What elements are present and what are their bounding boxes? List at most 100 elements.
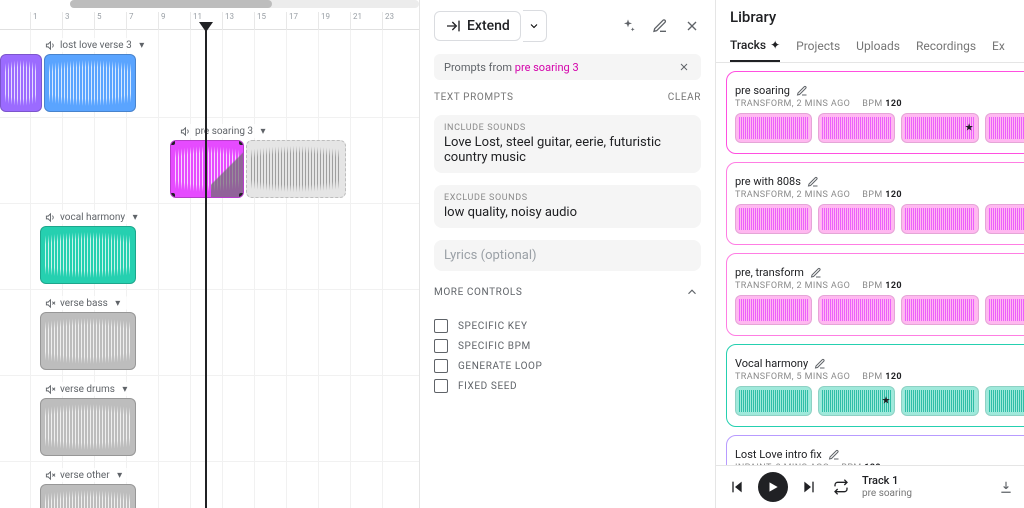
specific-key-checkbox[interactable]: SPECIFIC KEY <box>434 319 701 333</box>
track-name: verse drums <box>60 384 115 395</box>
track-header[interactable]: verse drums ▾ <box>40 382 135 396</box>
next-button[interactable] <box>798 476 820 498</box>
pencil-icon[interactable] <box>807 176 819 188</box>
library-variant-clip[interactable]: ★ <box>818 386 895 416</box>
extend-icon <box>445 18 461 34</box>
extend-dropdown-button[interactable] <box>523 10 547 42</box>
library-tabs: Tracks ✦ Projects Uploads Recordings Ex <box>716 30 1024 63</box>
chevron-down-icon: ▾ <box>112 297 124 309</box>
track-header[interactable]: verse bass ▾ <box>40 296 128 310</box>
library-variant-clip[interactable] <box>985 295 1024 325</box>
library-item-variants: ★ <box>735 386 1024 416</box>
audio-clip-extend-region[interactable] <box>246 140 346 198</box>
library-variant-clip[interactable] <box>818 113 895 143</box>
more-controls-toggle[interactable] <box>683 283 701 301</box>
library-item[interactable]: Lost Love intro fixINPAINT, 8 MINS AGOBP… <box>726 435 1024 465</box>
tab-projects[interactable]: Projects <box>796 31 840 61</box>
player-track-sub: pre soaring <box>862 488 987 499</box>
library-variant-clip[interactable] <box>818 295 895 325</box>
track-name: verse other <box>60 470 110 481</box>
track-name: vocal harmony <box>60 212 125 223</box>
audio-clip[interactable] <box>44 54 136 112</box>
library-variant-clip[interactable] <box>735 113 812 143</box>
library-variant-clip[interactable] <box>735 386 812 416</box>
speaker-icon <box>179 125 191 137</box>
text-prompts-heading: TEXT PROMPTS <box>434 92 514 103</box>
library-item[interactable]: pre with 808sTRANSFORM, 2 MINS AGOBPM 12… <box>726 162 1024 245</box>
pencil-icon[interactable] <box>796 85 808 97</box>
timeline-ruler[interactable]: 1 3 5 7 9 11 13 15 17 19 21 23 <box>0 12 419 30</box>
speaker-icon <box>44 211 56 223</box>
clear-prompts-button[interactable]: CLEAR <box>668 92 701 103</box>
chip-close-button[interactable] <box>677 60 691 74</box>
exclude-sounds-input[interactable]: EXCLUDE SOUNDS low quality, noisy audio <box>434 185 701 228</box>
library-variant-clip[interactable] <box>985 386 1024 416</box>
speaker-muted-icon <box>44 469 56 481</box>
speaker-muted-icon <box>44 297 56 309</box>
player-bar: Track 1 pre soaring <box>716 465 1024 508</box>
play-icon <box>766 480 780 494</box>
pencil-icon[interactable] <box>828 449 840 461</box>
close-icon <box>678 61 690 73</box>
audio-clip[interactable] <box>40 226 136 284</box>
library-panel: Library Tracks ✦ Projects Uploads Record… <box>716 0 1024 508</box>
library-variant-clip[interactable] <box>735 204 812 234</box>
play-button[interactable] <box>758 472 788 502</box>
lyrics-input[interactable]: Lyrics (optional) <box>434 240 701 271</box>
library-item-variants <box>735 204 1024 234</box>
prev-button[interactable] <box>726 476 748 498</box>
sparkle-icon <box>620 18 636 34</box>
tab-more[interactable]: Ex <box>992 31 1005 61</box>
audio-clip-selected[interactable] <box>170 140 244 198</box>
chevron-down-icon: ▾ <box>119 383 131 395</box>
generate-loop-checkbox[interactable]: GENERATE LOOP <box>434 359 701 373</box>
track-header[interactable]: vocal harmony ▾ <box>40 210 145 224</box>
extend-button[interactable]: Extend <box>434 11 521 41</box>
library-variant-clip[interactable] <box>818 204 895 234</box>
track-name: verse bass <box>60 298 108 309</box>
pencil-icon <box>652 18 668 34</box>
library-item-name: pre with 808s <box>735 175 801 188</box>
star-icon: ★ <box>965 123 974 134</box>
audio-clip[interactable] <box>40 398 136 456</box>
audio-clip[interactable] <box>0 54 42 112</box>
pencil-icon[interactable] <box>810 267 822 279</box>
sparkle-icon: ✦ <box>770 38 780 52</box>
library-item[interactable]: pre soaringTRANSFORM, 2 MINS AGOBPM 120★ <box>726 71 1024 154</box>
library-item[interactable]: Vocal harmonyTRANSFORM, 5 MINS AGOBPM 12… <box>726 344 1024 427</box>
library-item[interactable]: pre, transformTRANSFORM, 2 MINS AGOBPM 1… <box>726 253 1024 336</box>
tab-tracks[interactable]: Tracks ✦ <box>730 30 780 62</box>
specific-bpm-checkbox[interactable]: SPECIFIC BPM <box>434 339 701 353</box>
timeline-scrollbar[interactable] <box>70 0 419 8</box>
track-name: lost love verse 3 <box>60 40 132 51</box>
more-controls-heading: MORE CONTROLS <box>434 287 522 298</box>
tab-recordings[interactable]: Recordings <box>916 31 976 61</box>
edit-button[interactable] <box>651 17 669 35</box>
library-variant-clip[interactable] <box>901 204 978 234</box>
fixed-seed-checkbox[interactable]: FIXED SEED <box>434 379 701 393</box>
library-variant-clip[interactable] <box>901 295 978 325</box>
audio-clip[interactable] <box>40 312 136 370</box>
track-header[interactable]: lost love verse 3 ▾ <box>40 38 152 52</box>
include-sounds-input[interactable]: INCLUDE SOUNDS Love Lost, steel guitar, … <box>434 115 701 173</box>
pencil-icon[interactable] <box>814 358 826 370</box>
library-variant-clip[interactable] <box>985 113 1024 143</box>
playhead[interactable] <box>205 24 207 508</box>
library-variant-clip[interactable]: ★ <box>901 113 978 143</box>
library-item-variants: ★ <box>735 113 1024 143</box>
library-item-variants <box>735 295 1024 325</box>
library-title: Library <box>730 8 776 26</box>
audio-clip[interactable] <box>40 484 136 508</box>
sparkle-button[interactable] <box>619 17 637 35</box>
track-header[interactable]: pre soaring 3 ▾ <box>175 124 273 138</box>
speaker-icon <box>44 39 56 51</box>
loop-button[interactable] <box>830 476 852 498</box>
track-header[interactable]: verse other ▾ <box>40 468 130 482</box>
library-variant-clip[interactable] <box>735 295 812 325</box>
library-variant-clip[interactable] <box>901 386 978 416</box>
speaker-muted-icon <box>44 383 56 395</box>
download-button[interactable] <box>997 478 1015 496</box>
library-variant-clip[interactable] <box>985 204 1024 234</box>
close-panel-button[interactable] <box>683 17 701 35</box>
tab-uploads[interactable]: Uploads <box>856 31 900 61</box>
